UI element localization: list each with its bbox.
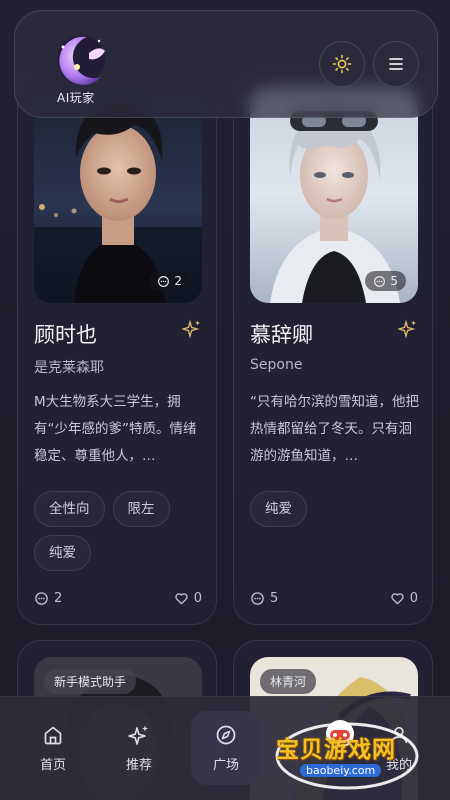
chat-bubble-icon (158, 275, 170, 287)
sun-icon (332, 54, 352, 74)
comment-icon (251, 592, 264, 605)
author-name[interactable]: Sepone (250, 357, 302, 373)
home-icon (44, 726, 62, 744)
comment-count: 2 (54, 591, 63, 606)
like-stat[interactable]: 0 (390, 591, 418, 606)
character-description: “只有哈尔滨的雪知道，他把热情都留给了冬天。只有洄游的游鱼知道，… (250, 394, 419, 464)
comment-icon (35, 592, 48, 605)
nav-label: 推荐 (125, 757, 152, 773)
watermark-title: 宝贝游戏网 (276, 737, 396, 763)
sparkle-icon[interactable] (398, 319, 418, 339)
tag[interactable]: 全性向 (34, 491, 105, 527)
character-name: 顾时也 (34, 323, 97, 347)
card-stats: 5 0 (250, 591, 418, 606)
nav-label: 首页 (39, 757, 66, 773)
tag[interactable]: 纯爱 (250, 491, 307, 527)
sparkle-icon (128, 725, 148, 745)
hamburger-menu-icon (389, 58, 403, 70)
nav-item-square[interactable]: 广场 (191, 711, 261, 785)
character-card[interactable]: 5 慕辞卿 Sepone “只有哈尔滨的雪知道，他把热情都留给了冬天。只有洄游的… (233, 70, 433, 625)
character-description: M大生物系大三学生，拥有“少年感的爹”特质。情绪稳定、尊重他人，… (34, 394, 197, 464)
nav-label: 广场 (212, 757, 239, 773)
heart-icon (391, 593, 404, 605)
character-photo: 5 (250, 87, 418, 303)
tag-list: 纯爱 (250, 491, 426, 527)
like-stat[interactable]: 0 (174, 591, 202, 606)
theme-toggle-button[interactable] (319, 41, 365, 87)
character-photo: 2 (34, 87, 202, 303)
app-logo[interactable] (49, 31, 113, 97)
chat-count: 2 (174, 274, 182, 288)
like-count: 0 (409, 591, 418, 606)
sparkle-icon[interactable] (182, 319, 202, 339)
chat-bubble-icon (374, 275, 386, 287)
comment-stat[interactable]: 5 (250, 591, 278, 606)
author-name[interactable]: 是克莱森耶 (34, 357, 104, 377)
chat-count-badge: 2 (149, 271, 190, 291)
compass-icon (216, 725, 236, 744)
like-count: 0 (193, 591, 202, 606)
comment-count: 5 (270, 591, 279, 606)
watermark-url: baobeiy.com (300, 764, 382, 777)
app-root: 2 顾时也 是克莱森耶 M大生物系大三学生，拥有“少年感的爹”特质。情绪稳定、尊… (0, 0, 450, 800)
logo-text: AI玩家 (57, 91, 95, 105)
comment-stat[interactable]: 2 (34, 591, 62, 606)
nav-item-recommend[interactable]: 推荐 (104, 711, 174, 785)
top-header: AI玩家 (14, 10, 438, 118)
tag[interactable]: 限左 (112, 491, 170, 527)
character-name: 慕辞卿 (250, 323, 313, 347)
nav-item-home[interactable]: 首页 (18, 711, 88, 785)
menu-button[interactable] (373, 41, 419, 87)
photo-tag: 林青河 (260, 669, 317, 694)
tag-list: 全性向 限左 纯爱 (34, 491, 210, 571)
chat-count: 5 (390, 274, 398, 288)
chat-count-badge: 5 (365, 271, 406, 291)
character-card[interactable]: 2 顾时也 是克莱森耶 M大生物系大三学生，拥有“少年感的爹”特质。情绪稳定、尊… (17, 70, 217, 625)
photo-tag: 新手模式助手 (44, 669, 137, 694)
card-stats: 2 0 (34, 591, 202, 606)
heart-icon (175, 593, 188, 605)
tag[interactable]: 纯爱 (34, 535, 91, 571)
